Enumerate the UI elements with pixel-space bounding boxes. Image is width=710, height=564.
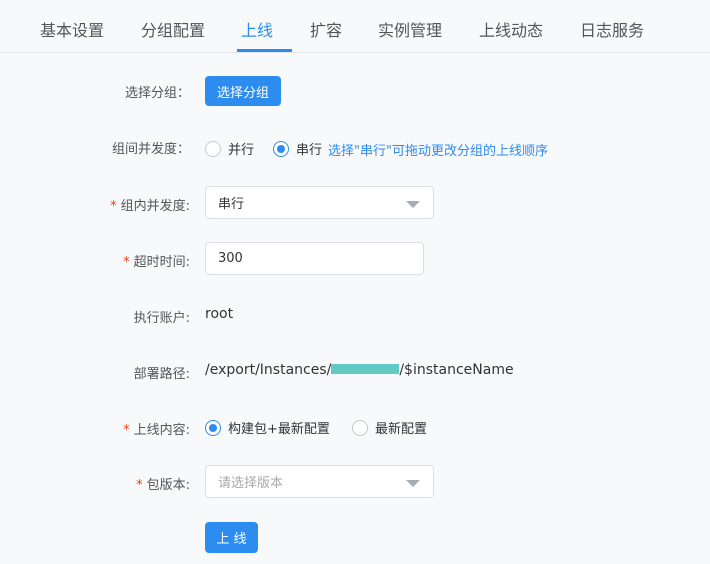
required-mark: * xyxy=(136,478,143,493)
serial-hint-text: 选择"串行"可拖动更改分组的上线顺序 xyxy=(328,144,548,159)
tab-group-config[interactable]: 分组配置 xyxy=(141,17,205,41)
tab-instance-management[interactable]: 实例管理 xyxy=(378,17,442,41)
tab-basic-settings[interactable]: 基本设置 xyxy=(40,17,104,41)
label-text: 上线内容: xyxy=(133,423,190,438)
required-mark: * xyxy=(110,199,117,214)
select-group-button[interactable]: 选择分组 xyxy=(205,76,281,106)
required-mark: * xyxy=(123,423,130,438)
chevron-down-icon xyxy=(406,480,420,487)
radio-label: 串行 xyxy=(296,143,323,158)
radio-serial[interactable]: 串行 xyxy=(273,139,322,158)
radio-label: 构建包+最新配置 xyxy=(228,422,330,437)
radio-circle xyxy=(352,419,368,436)
in-group-concurrency-label: * 组内并发度: xyxy=(110,195,190,214)
timeout-label: * 超时时间: xyxy=(123,251,190,270)
radio-label: 最新配置 xyxy=(375,422,428,437)
radio-label: 并行 xyxy=(228,143,255,158)
tab-log-service[interactable]: 日志服务 xyxy=(580,17,644,41)
exec-account-value: root xyxy=(205,306,234,322)
label-text: 超时时间: xyxy=(133,255,190,270)
tab-deploy[interactable]: 上线 xyxy=(241,17,273,41)
radio-build-package-and-config[interactable]: 构建包+最新配置 xyxy=(205,418,330,437)
path-suffix: /$instanceName xyxy=(399,362,514,378)
label-text: 组内并发度: xyxy=(120,199,190,214)
redacted-mask xyxy=(331,364,400,374)
radio-circle-checked xyxy=(273,140,289,157)
package-version-label: * 包版本: xyxy=(136,474,190,493)
radio-circle-checked xyxy=(205,419,221,436)
active-tab-indicator xyxy=(237,49,292,52)
in-group-concurrency-select[interactable]: 串行 xyxy=(205,186,434,219)
chevron-down-icon xyxy=(406,201,420,208)
deploy-path-label: 部署路径: xyxy=(133,367,190,382)
select-value: 串行 xyxy=(218,197,245,212)
timeout-input[interactable]: 300 xyxy=(205,242,424,275)
deploy-content-label: * 上线内容: xyxy=(123,419,190,438)
radio-parallel[interactable]: 并行 xyxy=(205,139,254,158)
exec-account-label: 执行账户: xyxy=(133,311,190,326)
select-placeholder: 请选择版本 xyxy=(218,476,284,491)
path-prefix: /export/Instances/ xyxy=(205,362,332,378)
deploy-path-value: /export/Instances/ /$instanceName xyxy=(205,362,514,378)
deploy-submit-button[interactable]: 上 线 xyxy=(205,522,258,553)
group-concurrency-label: 组间并发度： xyxy=(111,142,190,157)
required-mark: * xyxy=(123,255,130,270)
tab-bar: 基本设置 分组配置 上线 扩容 实例管理 上线动态 日志服务 xyxy=(0,0,710,53)
tab-deploy-activity[interactable]: 上线动态 xyxy=(479,17,543,41)
group-select-label: 选择分组： xyxy=(124,86,190,101)
label-text: 包版本: xyxy=(146,478,190,493)
tab-scale-out[interactable]: 扩容 xyxy=(310,17,342,41)
package-version-select[interactable]: 请选择版本 xyxy=(205,465,434,498)
radio-circle xyxy=(205,140,221,157)
radio-latest-config[interactable]: 最新配置 xyxy=(352,418,427,437)
input-value: 300 xyxy=(218,251,243,266)
